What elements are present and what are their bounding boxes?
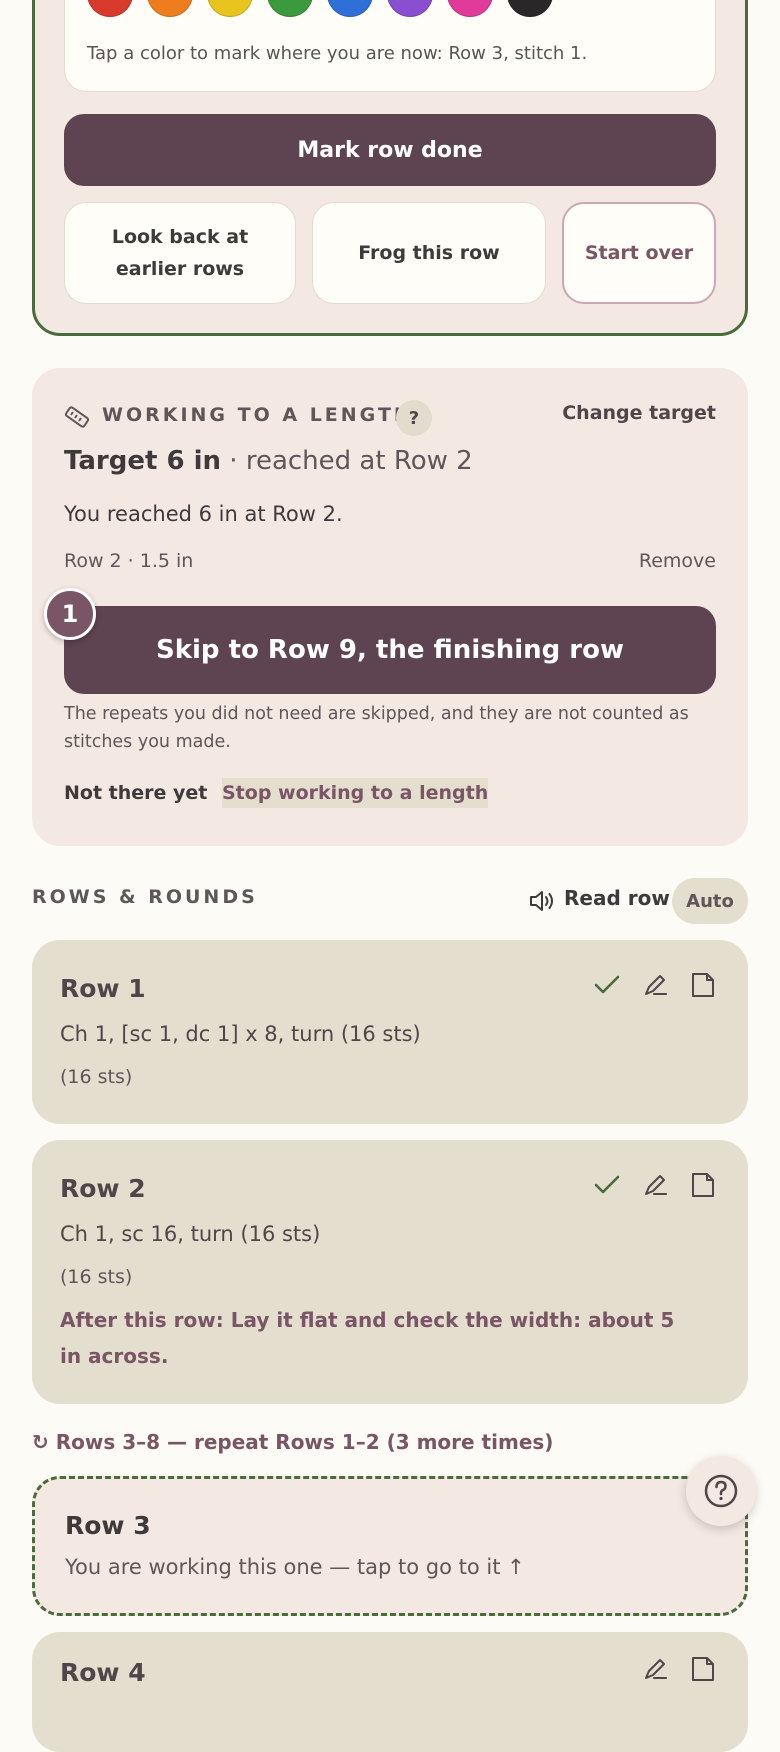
remove-link[interactable]: Remove — [639, 550, 716, 572]
color-swatches — [87, 0, 567, 33]
row-stitch-count: (16 sts) — [60, 1266, 133, 1288]
check-icon[interactable] — [592, 970, 622, 1000]
check-icon[interactable] — [592, 1170, 622, 1200]
note-icon[interactable] — [688, 1170, 718, 1200]
current-row-title: Row 3 — [65, 1511, 151, 1540]
color-marker-card: Tap a color to mark where you are now: R… — [64, 0, 716, 92]
auto-toggle[interactable]: Auto — [672, 878, 748, 924]
reached-text: You reached 6 in at Row 2. — [64, 502, 343, 526]
step-badge: 1 — [44, 588, 96, 640]
note-icon[interactable] — [688, 1654, 718, 1684]
repeat-indicator: ↻ Rows 3–8 — repeat Rows 1–2 (3 more tim… — [32, 1430, 554, 1454]
target-line: Target 6 in · reached at Row 2 — [64, 446, 473, 476]
swatch-black[interactable] — [507, 0, 553, 17]
target-value: Target 6 in — [64, 446, 222, 476]
start-over-button[interactable]: Start over — [562, 202, 716, 304]
highlighter-icon[interactable] — [640, 1654, 670, 1684]
not-there-yet-button[interactable]: Not there yet — [64, 782, 207, 804]
mark-row-done-button[interactable]: Mark row done — [64, 114, 716, 186]
skip-to-finishing-row-button[interactable]: Skip to Row 9, the finishing row — [64, 606, 716, 694]
stop-working-to-length-button[interactable]: Stop working to a length — [222, 778, 489, 808]
ruler-icon — [64, 406, 90, 428]
current-row-card[interactable]: Row 3 You are working this one — tap to … — [32, 1476, 748, 1616]
swatch-orange[interactable] — [147, 0, 193, 17]
swatch-red[interactable] — [87, 0, 133, 17]
length-help-button[interactable]: ? — [396, 400, 432, 436]
target-reached: · reached at Row 2 — [221, 446, 473, 476]
swatch-yellow[interactable] — [207, 0, 253, 17]
question-circle-icon — [704, 1474, 738, 1508]
look-back-button[interactable]: Look back at earlier rows — [64, 202, 296, 304]
rows-heading: ROWS & ROUNDS — [32, 886, 258, 908]
color-hint: Tap a color to mark where you are now: R… — [87, 43, 588, 64]
row-title: Row 4 — [60, 1658, 146, 1687]
speaker-icon[interactable] — [528, 888, 556, 914]
help-button[interactable] — [686, 1456, 756, 1526]
length-heading: WORKING TO A LENGTH — [102, 404, 413, 426]
skip-help-text: The repeats you did not need are skipped… — [64, 704, 689, 752]
row-card[interactable]: Row 2 Ch 1, sc 16, turn (16 sts) (16 sts… — [32, 1140, 748, 1404]
frog-row-button[interactable]: Frog this row — [312, 202, 546, 304]
highlighter-icon[interactable] — [640, 1170, 670, 1200]
highlighter-icon[interactable] — [640, 970, 670, 1000]
current-row-text: You are working this one — tap to go to … — [65, 1555, 525, 1579]
row-instruction: Ch 1, [sc 1, dc 1] x 8, turn (16 sts) — [60, 1022, 421, 1046]
length-row-note: Row 2 · 1.5 in — [64, 550, 194, 572]
row-stitch-count: (16 sts) — [60, 1066, 133, 1088]
row-card[interactable]: Row 1 Ch 1, [sc 1, dc 1] x 8, turn (16 s… — [32, 940, 748, 1124]
swatch-blue[interactable] — [327, 0, 373, 17]
row-card[interactable]: Row 4 — [32, 1632, 748, 1752]
swatch-purple[interactable] — [387, 0, 433, 17]
row-instruction: Ch 1, sc 16, turn (16 sts) — [60, 1222, 321, 1246]
swatch-pink[interactable] — [447, 0, 493, 17]
read-row-button[interactable]: Read row — [564, 886, 670, 910]
row-title: Row 2 — [60, 1174, 146, 1203]
note-icon[interactable] — [688, 970, 718, 1000]
swatch-green[interactable] — [267, 0, 313, 17]
change-target-link[interactable]: Change target — [562, 402, 716, 424]
row-after-note: After this row: Lay it flat and check th… — [60, 1308, 675, 1368]
row-title: Row 1 — [60, 974, 146, 1003]
